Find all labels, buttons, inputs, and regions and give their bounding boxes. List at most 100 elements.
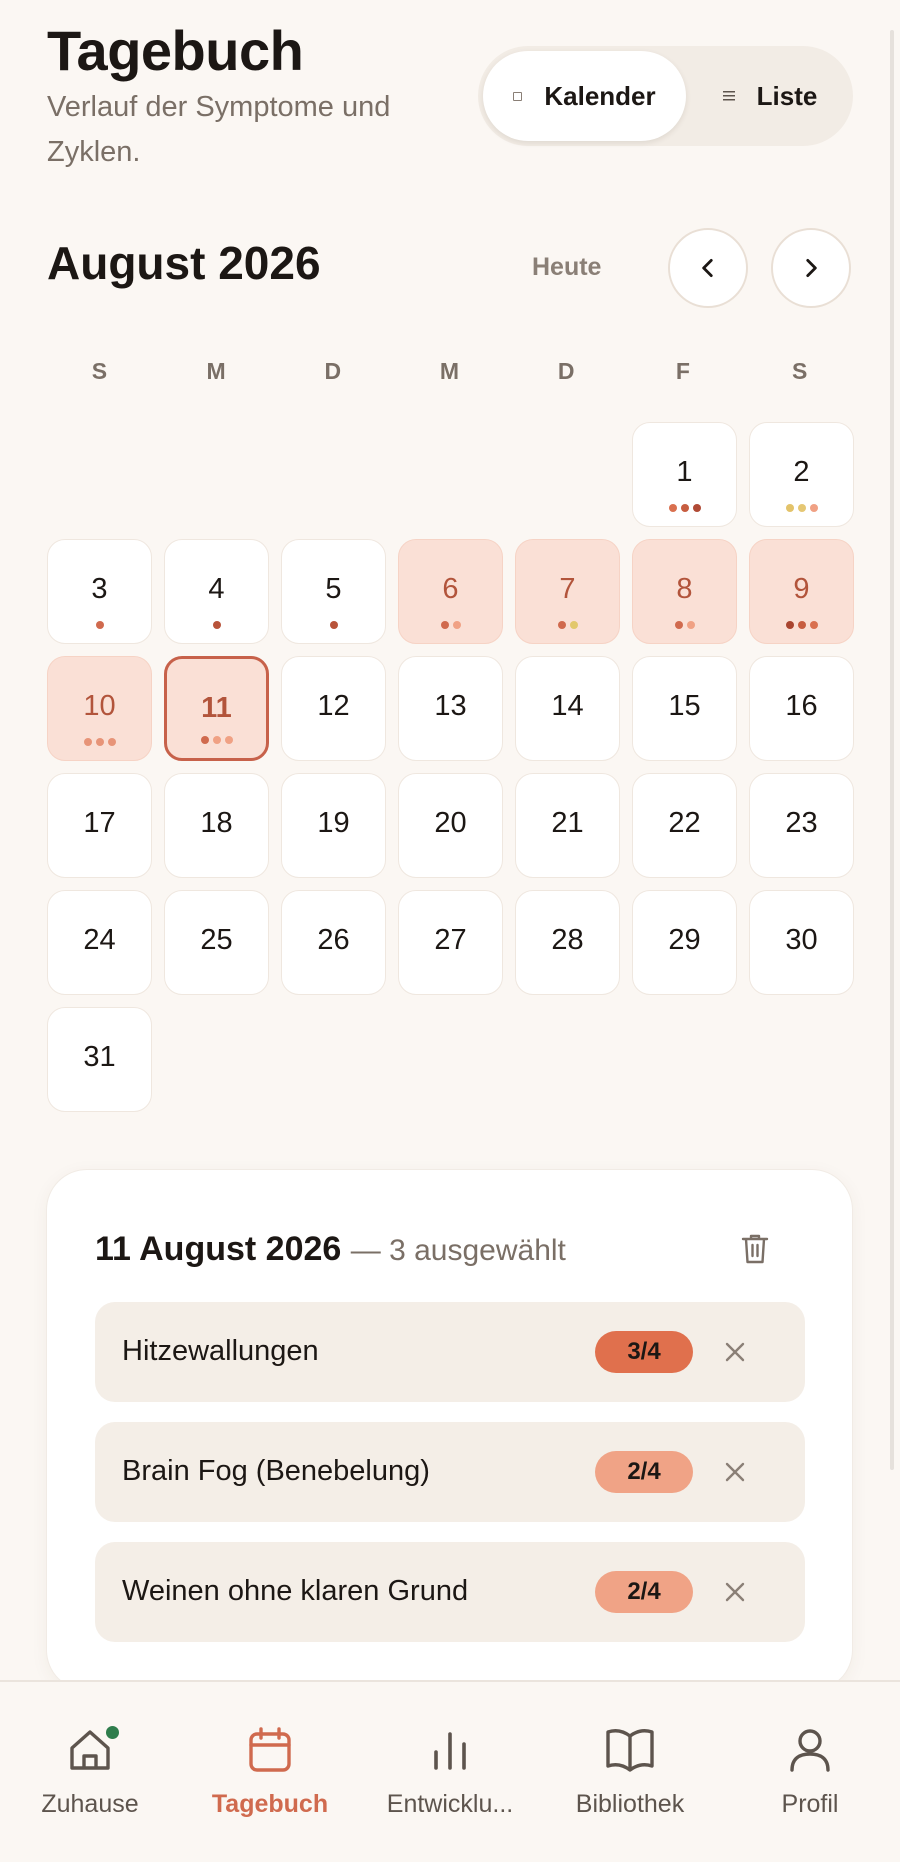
calendar-day-17[interactable]: 17 <box>47 773 152 878</box>
remove-symptom-button[interactable] <box>717 1574 753 1610</box>
day-number: 1 <box>676 456 693 488</box>
day-number: 31 <box>83 1041 116 1073</box>
calendar-view-toggle[interactable]: Kalender <box>483 51 686 141</box>
severity-badge: 3/4 <box>595 1331 693 1373</box>
nav-label: Tagebuch <box>211 1790 329 1818</box>
detail-heading: 11 August 2026 — 3 ausgewählt <box>95 1230 566 1269</box>
calendar-day-31[interactable]: 31 <box>47 1007 152 1112</box>
calendar-day-20[interactable]: 20 <box>398 773 503 878</box>
notification-dot <box>104 1724 121 1741</box>
calendar-day-1[interactable]: 1 <box>632 422 737 527</box>
previous-month-button[interactable] <box>668 228 748 308</box>
nav-item-entwicklung[interactable]: Entwicklu... <box>360 1682 540 1822</box>
chevron-right-icon <box>806 259 817 277</box>
symptom-dots <box>399 621 502 629</box>
symptom-dot <box>224 736 233 744</box>
day-number: 7 <box>559 573 576 605</box>
today-button[interactable]: Heute <box>532 253 601 282</box>
calendar-day-12[interactable]: 12 <box>281 656 386 761</box>
weekday-label: M <box>206 358 226 384</box>
symptom-dot <box>797 621 806 629</box>
calendar-day-2[interactable]: 2 <box>749 422 854 527</box>
calendar-day-5[interactable]: 5 <box>281 539 386 644</box>
calendar-day-11[interactable]: 11 <box>164 656 269 761</box>
calendar-day-7[interactable]: 7 <box>515 539 620 644</box>
day-number: 27 <box>434 924 467 956</box>
remove-symptom-button[interactable] <box>717 1334 753 1370</box>
symptom-dot <box>686 621 695 629</box>
calendar-day-21[interactable]: 21 <box>515 773 620 878</box>
calendar-day-25[interactable]: 25 <box>164 890 269 995</box>
nav-label: Profil <box>781 1790 839 1818</box>
calendar-day-22[interactable]: 22 <box>632 773 737 878</box>
weekday-label: S <box>91 358 108 384</box>
day-number: 20 <box>434 807 467 839</box>
day-number: 16 <box>785 690 818 722</box>
symptom-dot <box>674 621 683 629</box>
symptom-dots <box>516 621 619 629</box>
calendar-day-24[interactable]: 24 <box>47 890 152 995</box>
nav-label: Bibliothek <box>575 1790 685 1818</box>
symptom-dot <box>692 504 701 512</box>
remove-symptom-button[interactable] <box>717 1454 753 1490</box>
day-number: 14 <box>551 690 584 722</box>
symptom-dot <box>569 621 578 629</box>
calendar-day-29[interactable]: 29 <box>632 890 737 995</box>
symptom-dot <box>83 738 92 746</box>
calendar-day-19[interactable]: 19 <box>281 773 386 878</box>
calendar-day-14[interactable]: 14 <box>515 656 620 761</box>
view-toggle: Kalender Liste <box>478 46 853 146</box>
symptom-dots <box>282 621 385 629</box>
trash-icon <box>741 1234 769 1264</box>
symptom-row: Hitzewallungen 3/4 <box>95 1302 805 1402</box>
calendar-day-23[interactable]: 23 <box>749 773 854 878</box>
symptom-label: Weinen ohne klaren Grund <box>122 1575 469 1607</box>
day-number: 5 <box>325 573 342 605</box>
scrollbar[interactable] <box>890 30 894 1470</box>
day-number: 24 <box>83 924 116 956</box>
symptom-dot <box>557 621 566 629</box>
severity-badge: 2/4 <box>595 1571 693 1613</box>
delete-entry-button[interactable] <box>740 1232 770 1271</box>
calendar-day-30[interactable]: 30 <box>749 890 854 995</box>
symptom-dot <box>212 621 221 629</box>
day-number: 4 <box>208 573 225 605</box>
nav-item-zuhause[interactable]: Zuhause <box>0 1682 180 1822</box>
nav-item-profil[interactable]: Profil <box>720 1682 900 1822</box>
selected-count: — 3 ausgewählt <box>350 1234 566 1267</box>
nav-item-tagebuch[interactable]: Tagebuch <box>180 1682 360 1822</box>
list-view-toggle[interactable]: Liste <box>690 51 850 141</box>
calendar-day-15[interactable]: 15 <box>632 656 737 761</box>
calendar-day-6[interactable]: 6 <box>398 539 503 644</box>
calendar-day-10[interactable]: 10 <box>47 656 152 761</box>
day-number: 17 <box>83 807 116 839</box>
nav-item-bibliothek[interactable]: Bibliothek <box>540 1682 720 1822</box>
calendar-icon <box>246 1726 294 1779</box>
day-number: 29 <box>668 924 701 956</box>
calendar-day-9[interactable]: 9 <box>749 539 854 644</box>
calendar-day-26[interactable]: 26 <box>281 890 386 995</box>
calendar-day-27[interactable]: 27 <box>398 890 503 995</box>
calendar-day-8[interactable]: 8 <box>632 539 737 644</box>
close-icon <box>725 1462 745 1482</box>
severity-badge: 2/4 <box>595 1451 693 1493</box>
book-icon <box>604 1726 656 1779</box>
calendar-day-3[interactable]: 3 <box>47 539 152 644</box>
symptom-row: Brain Fog (Benebelung) 2/4 <box>95 1422 805 1522</box>
calendar-day-28[interactable]: 28 <box>515 890 620 995</box>
calendar-day-18[interactable]: 18 <box>164 773 269 878</box>
day-number: 8 <box>676 573 693 605</box>
symptom-dot <box>785 621 794 629</box>
symptom-dot <box>809 621 818 629</box>
symptom-dots <box>633 621 736 629</box>
weekday-label: S <box>792 358 808 384</box>
symptom-dot <box>785 504 794 512</box>
page-title: Tagebuch <box>47 19 304 82</box>
calendar-day-4[interactable]: 4 <box>164 539 269 644</box>
symptom-dot <box>95 738 104 746</box>
nav-label: Zuhause <box>41 1790 139 1818</box>
symptom-dot <box>200 736 209 744</box>
calendar-day-13[interactable]: 13 <box>398 656 503 761</box>
next-month-button[interactable] <box>771 228 851 308</box>
calendar-day-16[interactable]: 16 <box>749 656 854 761</box>
